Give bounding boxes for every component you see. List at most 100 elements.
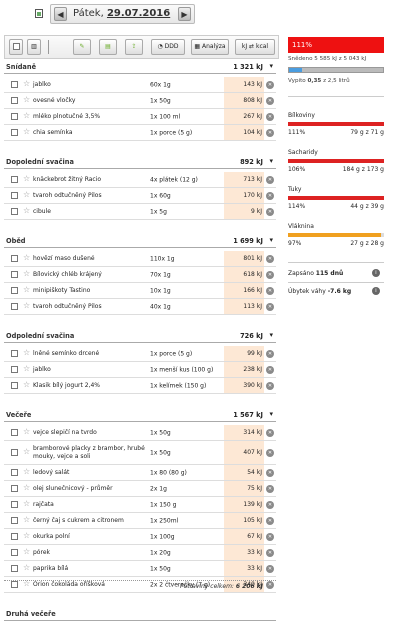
remove-icon[interactable]: ✕ <box>266 191 274 200</box>
food-row[interactable]: ☆ tvaroh odtučněný Pilos 1x 60g 170 kJ ✕ <box>4 188 276 204</box>
food-row[interactable]: ☆ Klasik bílý jogurt 2,4% 1x kelímek (150 … <box>4 378 276 394</box>
star-icon[interactable]: ☆ <box>23 483 30 491</box>
remove-icon[interactable]: ✕ <box>266 302 274 311</box>
food-name[interactable]: paprika bílá <box>33 565 153 573</box>
star-icon[interactable]: ☆ <box>23 269 30 277</box>
row-checkbox[interactable] <box>11 548 18 556</box>
star-icon[interactable]: ☆ <box>23 111 30 119</box>
remove-icon[interactable]: ✕ <box>266 80 274 89</box>
star-icon[interactable]: ☆ <box>23 447 30 455</box>
remove-icon[interactable]: ✕ <box>266 428 274 437</box>
food-row[interactable]: ☆ cibule 1x 5g 9 kJ ✕ <box>4 204 276 220</box>
meal-header[interactable]: Odpolední svačina 726 kJ ▾ <box>4 329 276 343</box>
row-checkbox[interactable] <box>11 128 18 136</box>
star-icon[interactable]: ☆ <box>23 467 30 475</box>
row-checkbox[interactable] <box>11 286 18 294</box>
food-name[interactable]: rajčata <box>33 501 153 509</box>
star-icon[interactable]: ☆ <box>23 285 30 293</box>
food-amount[interactable]: 1x 250ml <box>150 517 178 524</box>
remove-icon[interactable]: ✕ <box>266 468 274 477</box>
star-icon[interactable]: ☆ <box>23 380 30 388</box>
food-name[interactable]: tvaroh odtučněný Pilos <box>33 303 153 311</box>
analyza-button[interactable]: ▦ Analýza <box>191 39 229 55</box>
food-amount[interactable]: 1x 50g <box>150 565 171 572</box>
remove-icon[interactable]: ✕ <box>266 96 274 105</box>
food-row[interactable]: ☆ tvaroh odtučněný Pilos 40x 1g 113 kJ ✕ <box>4 299 276 315</box>
star-icon[interactable]: ☆ <box>23 348 30 356</box>
row-checkbox[interactable] <box>11 428 18 436</box>
food-row[interactable]: ☆ okurka polní 1x 100g 67 kJ ✕ <box>4 529 276 545</box>
food-amount[interactable]: 1x 50g <box>150 449 171 456</box>
star-icon[interactable]: ☆ <box>23 127 30 135</box>
row-checkbox[interactable] <box>11 112 18 120</box>
food-name[interactable]: cibule <box>33 208 153 216</box>
row-checkbox[interactable] <box>11 532 18 540</box>
chevron-down-icon[interactable]: ▾ <box>269 236 273 244</box>
star-icon[interactable]: ☆ <box>23 253 30 261</box>
row-checkbox[interactable] <box>11 254 18 262</box>
row-checkbox[interactable] <box>11 564 18 572</box>
row-checkbox[interactable] <box>11 468 18 476</box>
kcal-option[interactable]: kcal <box>256 43 268 50</box>
food-amount[interactable]: 1x menší kus (100 g) <box>150 366 213 373</box>
food-row[interactable]: ☆ Bílovický chléb krájený 70x 1g 618 kJ ✕ <box>4 267 276 283</box>
row-checkbox[interactable] <box>11 448 18 456</box>
food-amount[interactable]: 1x 20g <box>150 549 171 556</box>
remove-icon[interactable]: ✕ <box>266 365 274 374</box>
remove-icon[interactable]: ✕ <box>266 564 274 573</box>
food-name[interactable]: lněné semínko drcené <box>33 350 153 358</box>
food-row[interactable]: ☆ chia semínka 1x porce (5 g) 104 kJ ✕ <box>4 125 276 141</box>
meal-header[interactable]: Dopolední svačina 892 kJ ▾ <box>4 155 276 169</box>
star-icon[interactable]: ☆ <box>23 174 30 182</box>
remove-icon[interactable]: ✕ <box>266 128 274 137</box>
row-checkbox[interactable] <box>11 270 18 278</box>
food-row[interactable]: ☆ jablko 60x 1g 143 kJ ✕ <box>4 77 276 93</box>
unit-toggle[interactable]: kJ ⇄ kcal <box>235 39 275 55</box>
food-name[interactable]: jablko <box>33 81 153 89</box>
edit-icon[interactable]: ✎ <box>73 39 91 55</box>
food-name[interactable]: hovězí maso dušené <box>33 255 153 263</box>
row-checkbox[interactable] <box>11 191 18 199</box>
kj-option[interactable]: kJ <box>242 43 247 50</box>
star-icon[interactable]: ☆ <box>23 515 30 523</box>
select-all-checkbox[interactable] <box>9 39 23 55</box>
food-row[interactable]: ☆ pórek 1x 20g 33 kJ ✕ <box>4 545 276 561</box>
remove-icon[interactable]: ✕ <box>266 381 274 390</box>
food-name[interactable]: tvaroh odtučněný Pilos <box>33 192 153 200</box>
meal-header[interactable]: Oběd 1 699 kJ ▾ <box>4 234 276 248</box>
food-name[interactable]: bramborové placky z brambor, hrubé mouky… <box>33 445 153 461</box>
row-checkbox[interactable] <box>11 381 18 389</box>
remove-icon[interactable]: ✕ <box>266 175 274 184</box>
date-link[interactable]: 29.07.2016 <box>107 8 170 19</box>
remove-icon[interactable]: ✕ <box>266 548 274 557</box>
food-name[interactable]: Orion čokoláda oříšková <box>33 581 153 589</box>
star-icon[interactable]: ☆ <box>23 190 30 198</box>
row-checkbox[interactable] <box>11 175 18 183</box>
star-icon[interactable]: ☆ <box>23 206 30 214</box>
star-icon[interactable]: ☆ <box>23 499 30 507</box>
trash-icon[interactable]: ▥ <box>27 39 41 55</box>
star-icon[interactable]: ☆ <box>23 547 30 555</box>
food-amount[interactable]: 1x porce (5 g) <box>150 350 192 357</box>
row-checkbox[interactable] <box>11 516 18 524</box>
food-amount[interactable]: 1x 100g <box>150 533 175 540</box>
food-amount[interactable]: 10x 1g <box>150 287 171 294</box>
remove-icon[interactable]: ✕ <box>266 532 274 541</box>
food-amount[interactable]: 1x 5g <box>150 208 167 215</box>
food-name[interactable]: Klasik bílý jogurt 2,4% <box>33 382 153 390</box>
food-amount[interactable]: 40x 1g <box>150 303 171 310</box>
food-row[interactable]: ☆ olej slunečnicový - průměr 2x 1g 75 kJ ✕ <box>4 481 276 497</box>
food-amount[interactable]: 1x kelímek (150 g) <box>150 382 206 389</box>
star-icon[interactable]: ☆ <box>23 301 30 309</box>
next-day-button[interactable]: ▶ <box>178 7 191 21</box>
chevron-down-icon[interactable]: ▾ <box>269 410 273 418</box>
food-amount[interactable]: 70x 1g <box>150 271 171 278</box>
remove-icon[interactable]: ✕ <box>266 484 274 493</box>
food-row[interactable]: ☆ černý čaj s cukrem a citronem 1x 250ml 10… <box>4 513 276 529</box>
meal-header[interactable]: Druhá večeře <box>4 607 276 621</box>
star-icon[interactable]: ☆ <box>23 364 30 372</box>
food-row[interactable]: ☆ lněné semínko drcené 1x porce (5 g) 99 kJ… <box>4 346 276 362</box>
copy-icon[interactable]: ▤ <box>99 39 117 55</box>
food-amount[interactable]: 60x 1g <box>150 81 171 88</box>
row-checkbox[interactable] <box>11 349 18 357</box>
